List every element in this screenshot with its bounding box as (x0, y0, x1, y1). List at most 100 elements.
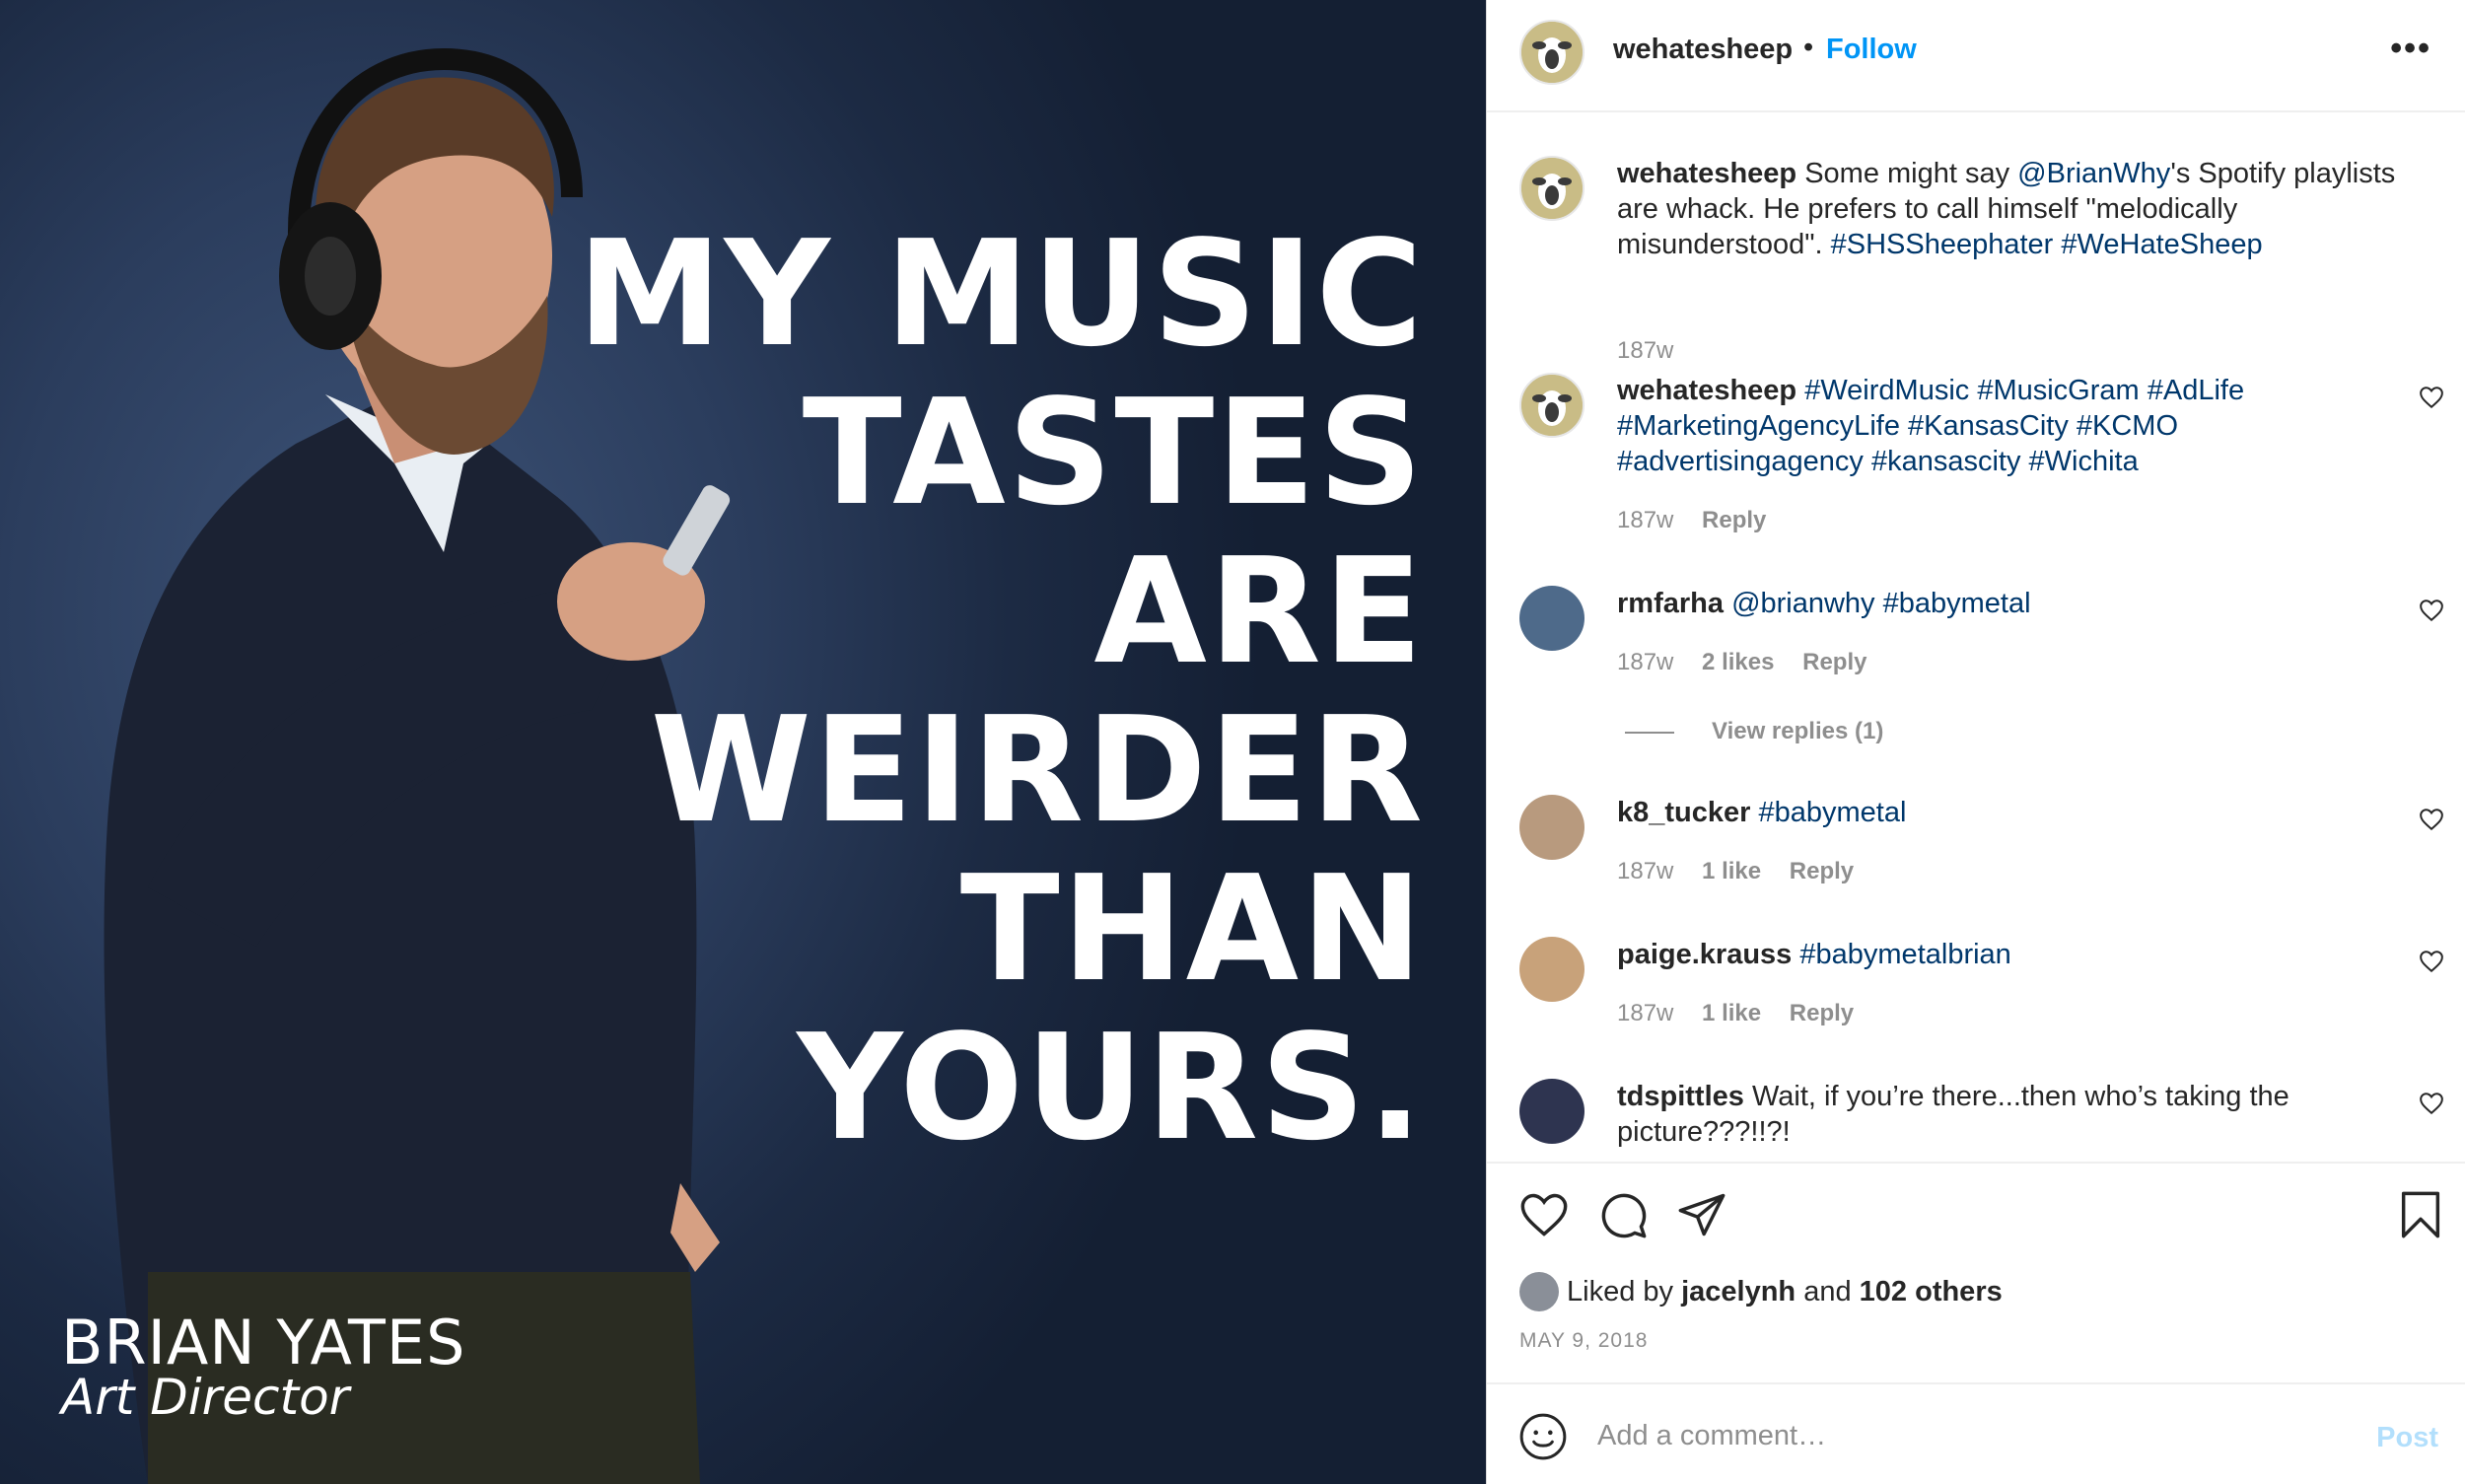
hashtag-link[interactable]: #KCMO (2077, 410, 2178, 442)
comment-icon[interactable] (1597, 1189, 1649, 1240)
comment-meta: 187w 1 like Reply (1617, 1000, 1875, 1027)
avatar[interactable] (1519, 20, 1585, 85)
comment-time: 187w (1617, 507, 1674, 533)
mention-link[interactable]: @brianwhy (1731, 588, 1875, 619)
post-actions: Liked by jacelynh and 102 others MAY 9, … (1487, 1162, 2465, 1382)
reply-button[interactable]: Reply (1790, 1000, 1854, 1026)
headline-line: YOURS. (797, 1003, 1425, 1172)
reply-button[interactable]: Reply (1702, 507, 1766, 533)
hashtag-link[interactable]: #advertisingagency (1617, 446, 1864, 477)
like-comment-heart-icon[interactable] (2419, 807, 2444, 832)
headline-line: MY MUSIC (577, 209, 1425, 379)
hashtag-link[interactable]: #babymetalbrian (1799, 939, 2010, 970)
comment-username[interactable]: paige.krauss (1617, 939, 1792, 970)
comment-input[interactable] (1597, 1408, 2327, 1463)
comment-text-fragment (2069, 410, 2077, 442)
reply-button[interactable]: Reply (1790, 858, 1854, 884)
comment-likes[interactable]: 2 likes (1702, 649, 1774, 675)
comments-list[interactable]: wehatesheep Some might say @BrianWhy's S… (1487, 114, 2465, 1162)
liked-others-link[interactable]: 102 others (1860, 1276, 2003, 1308)
comment-username[interactable]: wehatesheep (1617, 158, 1796, 189)
hashtag-link[interactable]: #babymetal (1883, 588, 2031, 619)
comment-likes[interactable]: 1 like (1702, 858, 1761, 884)
comment-meta: 187w Reply (1617, 507, 1788, 534)
share-icon[interactable] (1676, 1189, 1727, 1240)
comment-text-fragment (1900, 410, 1908, 442)
liked-user-link[interactable]: jacelynh (1681, 1276, 1796, 1308)
avatar[interactable] (1519, 156, 1585, 221)
reply-button[interactable]: Reply (1802, 649, 1866, 675)
sheep-logo-icon (1521, 22, 1583, 83)
hashtag-link[interactable]: #kansascity (1871, 446, 2021, 477)
avatar[interactable] (1519, 1079, 1585, 1144)
mention-link[interactable]: @BrianWhy (2017, 158, 2170, 189)
comment-text-fragment (1796, 375, 1804, 406)
comment-text-fragment (1875, 588, 1883, 619)
view-replies-button[interactable]: View replies (1) (1625, 718, 1883, 745)
emoji-icon[interactable] (1518, 1412, 1568, 1461)
comment-text-fragment (2020, 446, 2028, 477)
comment-text-fragment (1864, 446, 1871, 477)
comment-text: wehatesheep #WeirdMusic #MusicGram #AdLi… (1617, 373, 2406, 479)
post-sidebar: wehatesheep • Follow ••• wehatesheep Som… (1486, 0, 2465, 1484)
comment-text: k8_tucker #babymetal (1617, 795, 2406, 830)
comment-text: rmfarha @brianwhy #babymetal (1617, 586, 2406, 621)
comment-time: 187w (1617, 649, 1674, 675)
liked-by-avatar[interactable] (1519, 1272, 1559, 1311)
like-comment-heart-icon[interactable] (2419, 949, 2444, 974)
hashtag-link[interactable]: #babymetal (1759, 797, 1907, 828)
hashtag-link[interactable]: #MarketingAgencyLife (1617, 410, 1900, 442)
bookmark-icon[interactable] (2395, 1189, 2446, 1240)
follow-button[interactable]: Follow (1826, 34, 1917, 66)
heart-icon[interactable] (1518, 1189, 1570, 1240)
more-options-icon[interactable]: ••• (2390, 30, 2431, 68)
person-role: Art Director (61, 1369, 350, 1426)
comment-time: 187w (1617, 858, 1674, 884)
hashtag-link[interactable]: #MusicGram (1977, 375, 2139, 406)
comment-text-fragment (1724, 588, 1731, 619)
hashtag-link[interactable]: #SHSSheephater (1831, 229, 2054, 260)
comment-text: wehatesheep Some might say @BrianWhy's S… (1617, 156, 2406, 262)
post-date[interactable]: MAY 9, 2018 (1519, 1329, 1648, 1353)
view-replies-label: View replies (1) (1712, 718, 1884, 744)
comment-username[interactable]: k8_tucker (1617, 797, 1750, 828)
comment-meta: 187w (1617, 337, 1695, 365)
divider (1625, 731, 1674, 734)
add-comment-bar: Post (1487, 1382, 2465, 1484)
post-headline: MY MUSIC TASTES ARE WEIRDER THAN YOURS. (577, 215, 1425, 1167)
comment-likes[interactable]: 1 like (1702, 1000, 1761, 1026)
like-comment-heart-icon[interactable] (2419, 598, 2444, 623)
comment-text-fragment: Some might say (1796, 158, 2018, 189)
sheep-logo-icon (1521, 158, 1583, 219)
comment-username[interactable]: tdspittles (1617, 1081, 1744, 1112)
comment-text: tdspittles Wait, if you’re there...then … (1617, 1079, 2406, 1150)
hashtag-link[interactable]: #WeHateSheep (2061, 229, 2262, 260)
hashtag-link[interactable]: #WeirdMusic (1804, 375, 1969, 406)
comment-username[interactable]: rmfarha (1617, 588, 1724, 619)
avatar[interactable] (1519, 937, 1585, 1002)
comment-text-fragment (1750, 797, 1758, 828)
comment-text: paige.krauss #babymetalbrian (1617, 937, 2406, 972)
avatar[interactable] (1519, 373, 1585, 438)
avatar[interactable] (1519, 586, 1585, 651)
separator-dot: • (1803, 32, 1814, 63)
headline-line: WEIRDER (650, 685, 1425, 855)
hashtag-link[interactable]: #AdLife (2148, 375, 2244, 406)
headline-line: THAN (959, 844, 1425, 1014)
headline-line: TASTES (802, 368, 1425, 537)
header-username[interactable]: wehatesheep (1613, 34, 1793, 66)
post-button[interactable]: Post (2376, 1422, 2438, 1454)
like-comment-heart-icon[interactable] (2419, 385, 2444, 410)
comment-time: 187w (1617, 1000, 1674, 1026)
sheep-logo-icon (1521, 375, 1583, 436)
liked-prefix: Liked by (1567, 1275, 1674, 1307)
headline-line: ARE (1093, 527, 1425, 696)
comment-meta: 187w 1 like Reply (1617, 858, 1875, 885)
hashtag-link[interactable]: #Wichita (2029, 446, 2139, 477)
comment-username[interactable]: wehatesheep (1617, 375, 1796, 406)
like-comment-heart-icon[interactable] (2419, 1091, 2444, 1116)
avatar[interactable] (1519, 795, 1585, 860)
post-header: wehatesheep • Follow ••• (1487, 0, 2465, 112)
comment-text-fragment (2140, 375, 2148, 406)
hashtag-link[interactable]: #KansasCity (1908, 410, 2069, 442)
